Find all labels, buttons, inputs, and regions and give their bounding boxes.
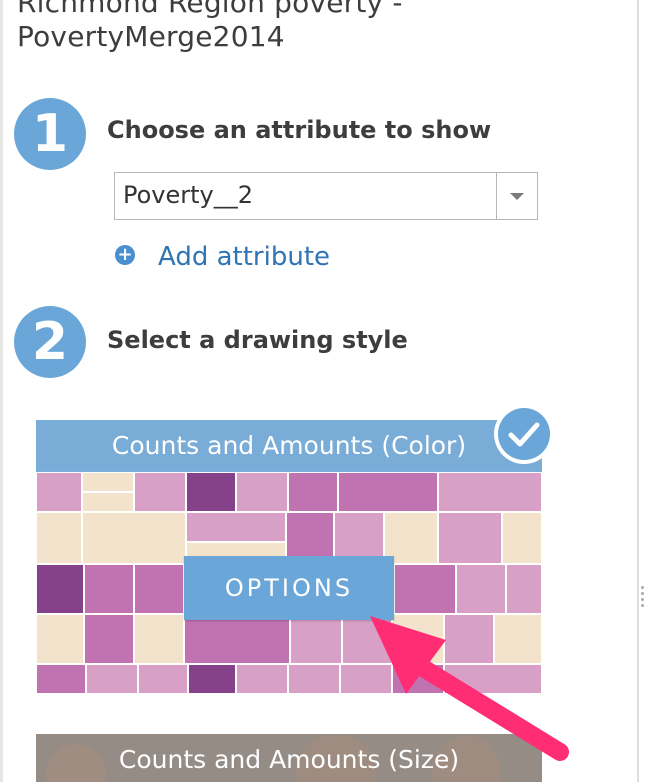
selected-checkmark-icon: [494, 404, 554, 464]
step-2-label: Select a drawing style: [107, 326, 408, 354]
step-2-badge: 2: [14, 306, 86, 378]
plus-circle-icon[interactable]: +: [115, 245, 135, 265]
panel-left-border: [0, 0, 3, 782]
attribute-select-value: Poverty__2: [123, 181, 254, 209]
dropdown-button[interactable]: [496, 173, 537, 219]
resize-grip-icon[interactable]: [641, 586, 645, 616]
smart-mapping-panel: Richmond Region poverty - PovertyMerge20…: [0, 0, 644, 782]
step-1-badge: 1: [14, 98, 86, 170]
options-button[interactable]: OPTIONS: [184, 556, 394, 620]
style-card-counts-size[interactable]: Counts and Amounts (Size): [36, 734, 542, 782]
add-attribute-link[interactable]: Add attribute: [158, 242, 330, 272]
attribute-select[interactable]: Poverty__2: [114, 172, 538, 220]
style-card-title: Counts and Amounts (Color): [111, 431, 467, 460]
panel-right-border: [637, 0, 639, 782]
style-card-title: Counts and Amounts (Size): [118, 745, 460, 774]
step-1-label: Choose an attribute to show: [107, 116, 492, 144]
chevron-down-icon: [510, 193, 524, 200]
layer-title: Richmond Region poverty - PovertyMerge20…: [17, 0, 403, 53]
